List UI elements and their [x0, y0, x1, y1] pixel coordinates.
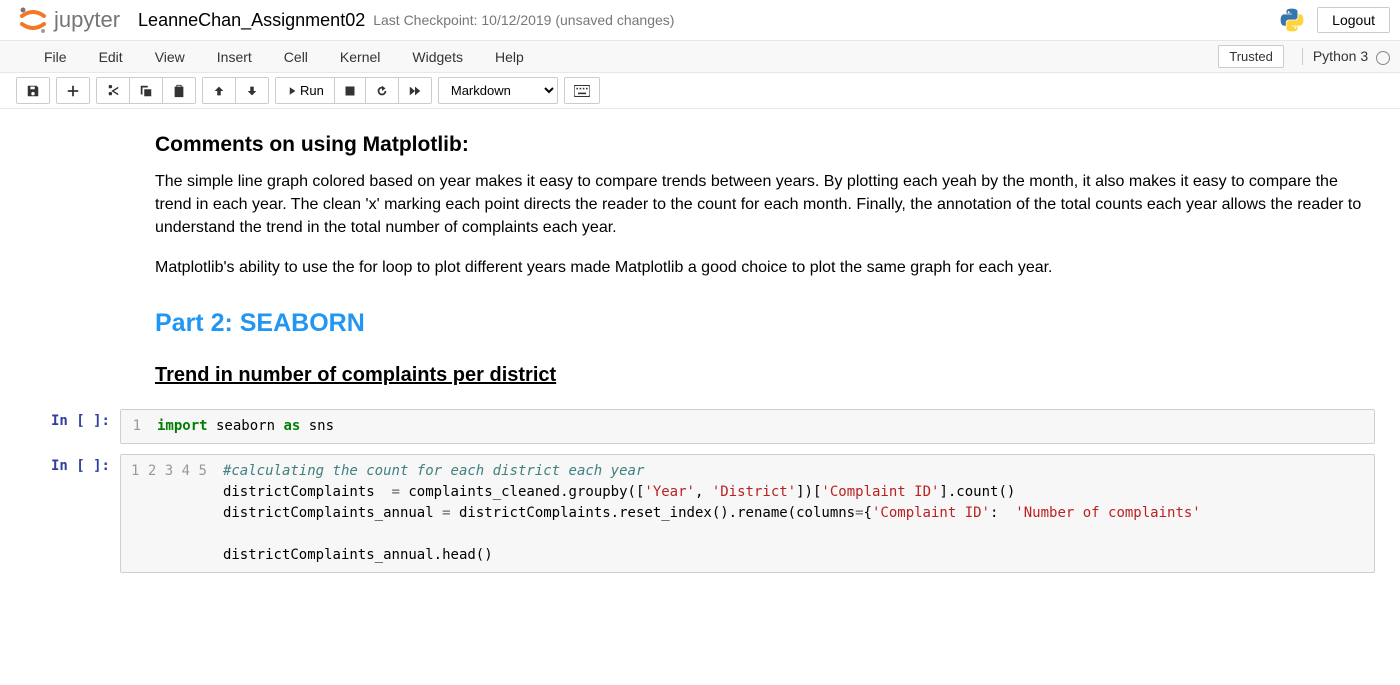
jupyter-logo[interactable]: jupyter [18, 5, 120, 35]
move-up-button[interactable] [203, 78, 236, 103]
input-prompt: In [ ]: [5, 409, 120, 444]
paragraph-2: Matplotlib's ability to use the for loop… [155, 256, 1370, 279]
keyboard-icon [574, 85, 590, 97]
toolbar: Run Markdown [0, 73, 1400, 109]
arrow-up-icon [212, 84, 226, 98]
restart-icon [375, 84, 389, 98]
run-icon [286, 86, 296, 96]
menu-view[interactable]: View [139, 43, 201, 71]
menu-insert[interactable]: Insert [201, 43, 268, 71]
menu-help[interactable]: Help [479, 43, 540, 71]
copy-icon [139, 84, 153, 98]
menu-widgets[interactable]: Widgets [396, 43, 479, 71]
copy-button[interactable] [130, 78, 163, 103]
line-gutter: 1 2 3 4 5 [121, 455, 215, 572]
notebook-container: Comments on using Matplotlib: The simple… [0, 109, 1400, 599]
code-cell[interactable]: In [ ]: 1 2 3 4 5 #calculating the count… [5, 450, 1395, 577]
code-cell[interactable]: In [ ]: 1 import seaborn as sns [5, 405, 1395, 448]
menu-file[interactable]: File [28, 43, 83, 71]
heading-part2: Part 2: SEABORN [155, 309, 1370, 338]
logout-button[interactable]: Logout [1317, 7, 1390, 33]
menu-kernel[interactable]: Kernel [324, 43, 396, 71]
input-prompt: In [ ]: [5, 454, 120, 573]
code-area[interactable]: #calculating the count for each district… [215, 455, 1374, 572]
paste-icon [172, 84, 186, 98]
notebook-name[interactable]: LeanneChan_Assignment02 [138, 10, 365, 31]
kernel-status-icon [1376, 51, 1390, 65]
scissors-icon [106, 84, 120, 98]
trusted-indicator[interactable]: Trusted [1218, 45, 1284, 68]
menu-cell[interactable]: Cell [268, 43, 324, 71]
heading-trend: Trend in number of complaints per distri… [155, 364, 1370, 387]
save-button[interactable] [17, 78, 49, 103]
stop-icon [344, 85, 356, 97]
run-label: Run [300, 83, 324, 98]
restart-button[interactable] [366, 78, 399, 103]
paragraph-1: The simple line graph colored based on y… [155, 170, 1370, 240]
menubar: File Edit View Insert Cell Kernel Widget… [0, 41, 1400, 73]
save-icon [26, 84, 40, 98]
header-bar: jupyter LeanneChan_Assignment02 Last Che… [0, 0, 1400, 41]
code-area[interactable]: import seaborn as sns [149, 410, 1374, 443]
cut-button[interactable] [97, 78, 130, 103]
restart-run-all-button[interactable] [399, 78, 431, 103]
line-gutter: 1 [121, 410, 149, 443]
command-palette-button[interactable] [565, 78, 599, 103]
kernel-name[interactable]: Python 3 [1302, 48, 1390, 64]
celltype-select[interactable]: Markdown [438, 77, 558, 104]
code-input[interactable]: 1 2 3 4 5 #calculating the count for eac… [120, 454, 1375, 573]
paste-button[interactable] [163, 78, 195, 103]
stop-button[interactable] [335, 78, 366, 103]
jupyter-icon [18, 5, 48, 35]
markdown-cell[interactable]: Comments on using Matplotlib: The simple… [5, 121, 1395, 403]
plus-icon [66, 84, 80, 98]
fast-forward-icon [408, 84, 422, 98]
heading-comments: Comments on using Matplotlib: [155, 133, 1370, 157]
move-down-button[interactable] [236, 78, 268, 103]
python-icon [1279, 7, 1305, 33]
code-input[interactable]: 1 import seaborn as sns [120, 409, 1375, 444]
menu-edit[interactable]: Edit [83, 43, 139, 71]
run-button[interactable]: Run [276, 78, 335, 103]
checkpoint-status: Last Checkpoint: 10/12/2019 (unsaved cha… [373, 12, 674, 28]
logo-text: jupyter [54, 7, 120, 33]
arrow-down-icon [245, 84, 259, 98]
add-cell-button[interactable] [57, 78, 89, 103]
